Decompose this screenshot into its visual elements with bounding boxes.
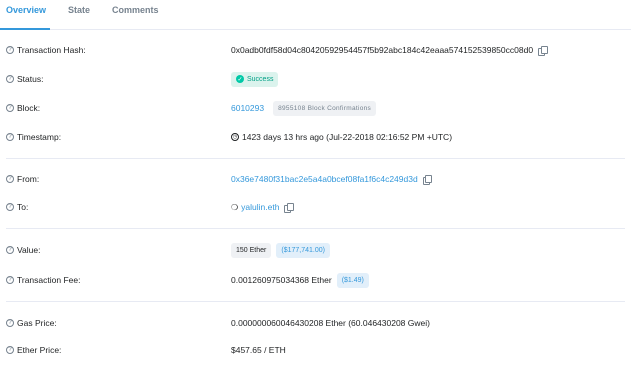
transaction-hash-value: 0x0adb0fdf58d04c80420592954457f5b92abc18… — [231, 45, 534, 55]
help-icon[interactable]: ? — [6, 104, 14, 112]
transaction-hash-row: ? Transaction Hash: 0x0adb0fdf58d04c80420… — [0, 40, 631, 60]
section-divider — [6, 158, 625, 159]
tab-comments[interactable]: Comments — [112, 5, 159, 15]
timestamp-value: 1423 days 13 hrs ago (Jul-22-2018 02:16:… — [242, 132, 453, 142]
block-label: Block: — [17, 103, 41, 113]
ether-price-row: ? Ether Price: $457.65 / ETH — [0, 340, 631, 360]
tab-state[interactable]: State — [68, 5, 90, 15]
from-row: ? From: 0x36e7480f31bac2e5a4a0bcef08fa1f6… — [0, 169, 631, 189]
to-row: ? To: ❍ yalulin.eth — [0, 197, 631, 217]
tab-overview[interactable]: Overview — [6, 5, 46, 15]
value-label: Value: — [17, 245, 41, 255]
clock-icon: ◷ — [231, 133, 239, 141]
timestamp-label: Timestamp: — [17, 132, 62, 142]
gas-price-label: Gas Price: — [17, 318, 57, 328]
copy-icon[interactable] — [422, 174, 433, 185]
status-badge: ✓ Success — [231, 71, 279, 87]
to-label: To: — [17, 202, 29, 212]
help-icon[interactable]: ? — [6, 346, 14, 354]
usd-value-badge: ($177,741.00) — [276, 242, 330, 258]
ens-icon: ❍ — [231, 202, 239, 212]
copy-icon[interactable] — [284, 202, 294, 213]
active-tab-indicator — [0, 28, 50, 30]
timestamp-row: ? Timestamp: ◷ 1423 days 13 hrs ago (Jul-… — [0, 127, 631, 147]
help-icon[interactable]: ? — [6, 319, 14, 327]
help-icon[interactable]: ? — [6, 203, 14, 211]
help-icon[interactable]: ? — [6, 75, 14, 83]
status-row: ? Status: ✓ Success — [0, 69, 631, 89]
help-icon[interactable]: ? — [6, 46, 14, 54]
ether-value-badge: 150 Ether — [231, 242, 272, 258]
gas-price-value: 0.000000060046430208 Ether (60.046430208… — [231, 318, 430, 328]
value-row: ? Value: 150 Ether ($177,741.00) — [0, 240, 631, 260]
help-icon[interactable]: ? — [6, 175, 14, 183]
to-address-link[interactable]: yalulin.eth — [241, 202, 279, 212]
from-label: From: — [17, 174, 40, 184]
transaction-hash-label: Transaction Hash: — [17, 45, 86, 55]
help-icon[interactable]: ? — [6, 133, 14, 141]
tab-bar: Overview State Comments — [0, 0, 631, 30]
copy-icon[interactable] — [538, 45, 548, 56]
status-label: Status: — [17, 74, 44, 84]
section-divider — [6, 228, 625, 229]
help-icon[interactable]: ? — [6, 246, 14, 254]
transaction-fee-label: Transaction Fee: — [17, 275, 81, 285]
transaction-fee-row: ? Transaction Fee: 0.001260975034368 Ethe… — [0, 270, 631, 290]
section-divider — [6, 301, 625, 302]
fee-usd-badge: ($1.49) — [336, 272, 369, 288]
gas-price-row: ? Gas Price: 0.000000060046430208 Ether (… — [0, 313, 631, 333]
block-number-link[interactable]: 6010293 — [231, 103, 264, 113]
check-circle-icon: ✓ — [236, 75, 244, 83]
ether-price-label: Ether Price: — [17, 345, 62, 355]
block-confirmations-badge: 8955108 Block Confirmations — [273, 100, 377, 116]
ether-price-value: $457.65 / ETH — [231, 345, 286, 355]
help-icon[interactable]: ? — [6, 276, 14, 284]
block-row: ? Block: 6010293 8955108 Block Confirmati… — [0, 98, 631, 118]
from-address-link[interactable]: 0x36e7480f31bac2e5a4a0bcef08fa1f6c4c249d… — [231, 174, 418, 184]
status-text: Success — [247, 75, 274, 83]
transaction-fee-value: 0.001260975034368 Ether — [231, 275, 332, 285]
